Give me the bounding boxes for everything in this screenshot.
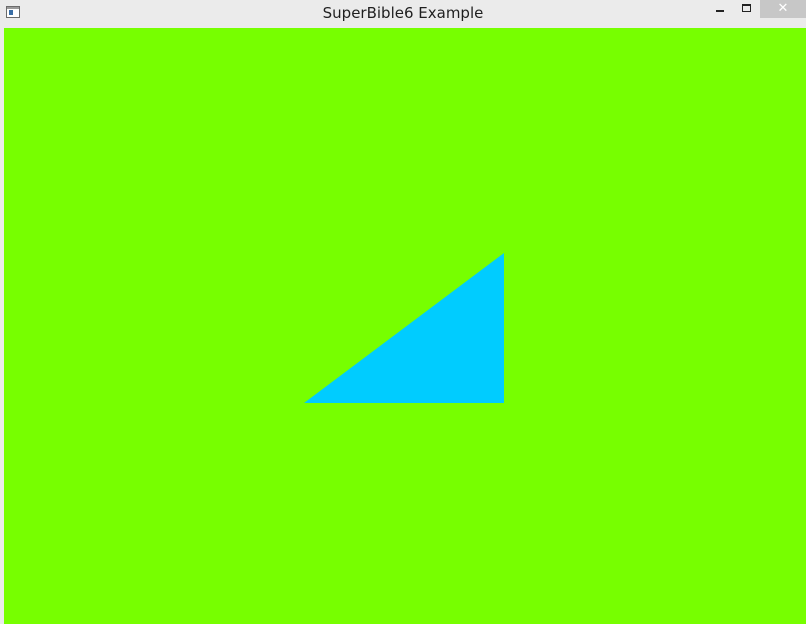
close-icon: ✕: [777, 1, 789, 16]
minimize-button[interactable]: [706, 0, 732, 20]
maximize-button[interactable]: [733, 0, 759, 20]
window-title: SuperBible6 Example: [322, 4, 484, 22]
close-button[interactable]: ✕: [760, 0, 806, 18]
app-window: SuperBible6 Example ✕: [0, 0, 806, 624]
clear-color-background: [4, 28, 806, 624]
render-viewport[interactable]: [4, 28, 806, 624]
render-canvas: [4, 28, 806, 624]
title-bar[interactable]: SuperBible6 Example ✕: [0, 0, 806, 28]
